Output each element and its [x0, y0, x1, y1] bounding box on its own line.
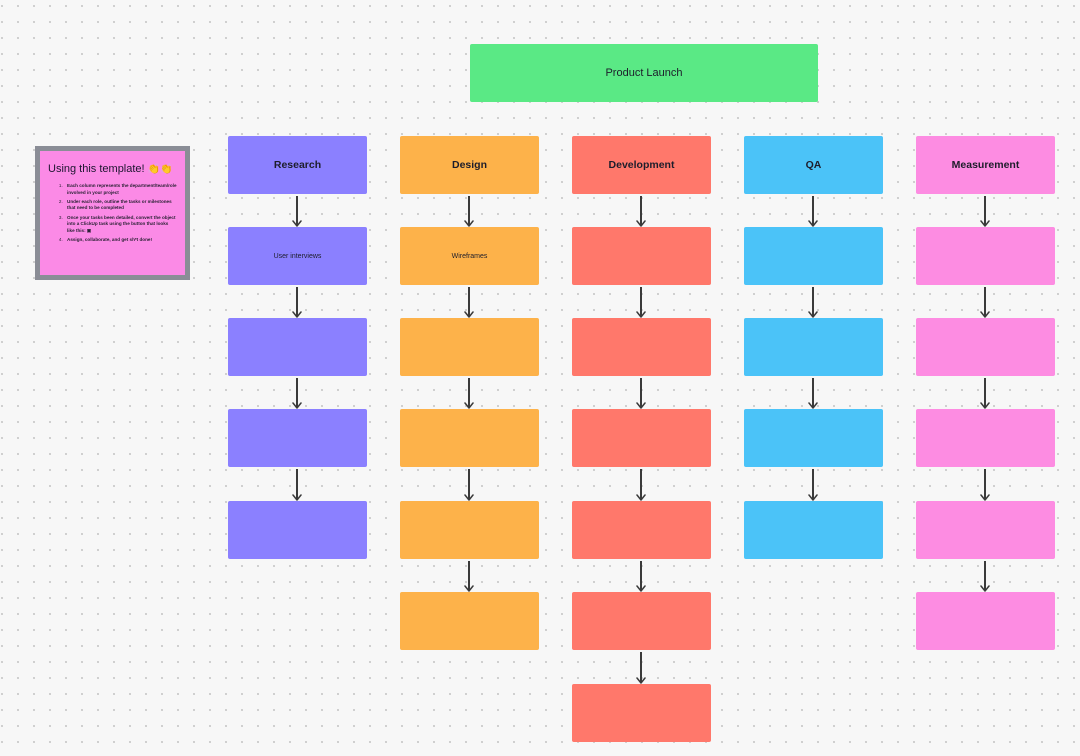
- task-node[interactable]: [916, 501, 1055, 559]
- task-node[interactable]: [744, 227, 883, 285]
- arrowhead-icon: [808, 402, 818, 409]
- column-header-label: Development: [608, 159, 675, 171]
- task-node[interactable]: [400, 501, 539, 559]
- column-header-label: Research: [273, 159, 322, 171]
- task-node[interactable]: [228, 501, 367, 559]
- task-node[interactable]: [572, 409, 711, 467]
- product-launch-label: Product Launch: [605, 67, 683, 79]
- arrowhead-icon: [808, 220, 818, 227]
- arrowhead-icon: [464, 220, 474, 227]
- arrowhead-icon: [464, 585, 474, 592]
- column-header-label: Design: [451, 159, 487, 171]
- sticky-note-title: Using this template! 👏👏: [48, 163, 177, 175]
- arrowhead-icon: [808, 494, 818, 501]
- task-label: Wireframes: [451, 252, 488, 260]
- task-node[interactable]: [744, 501, 883, 559]
- arrowhead-icon: [636, 585, 646, 592]
- task-node[interactable]: [916, 227, 1055, 285]
- arrowhead-icon: [292, 402, 302, 409]
- task-node[interactable]: [744, 409, 883, 467]
- task-node[interactable]: [400, 592, 539, 650]
- instruction-item: Under each role, outline the tasks or mi…: [64, 199, 177, 212]
- column-header-label: Measurement: [951, 159, 1020, 171]
- product-launch-node[interactable]: Product Launch: [470, 44, 818, 102]
- task-node[interactable]: [572, 227, 711, 285]
- arrowhead-icon: [636, 220, 646, 227]
- arrowhead-icon: [292, 311, 302, 318]
- task-node[interactable]: [916, 318, 1055, 376]
- arrowhead-icon: [980, 311, 990, 318]
- instructions-sticky-note[interactable]: Using this template! 👏👏 Each column repr…: [35, 146, 190, 280]
- arrowhead-icon: [464, 494, 474, 501]
- arrowhead-icon: [292, 220, 302, 227]
- arrowhead-icon: [808, 311, 818, 318]
- arrowhead-icon: [292, 494, 302, 501]
- task-node[interactable]: [916, 592, 1055, 650]
- task-node[interactable]: [572, 592, 711, 650]
- task-node[interactable]: [572, 501, 711, 559]
- column-header-node[interactable]: Research: [228, 136, 367, 194]
- task-node[interactable]: [916, 409, 1055, 467]
- arrowhead-icon: [980, 585, 990, 592]
- column-header-label: QA: [805, 159, 822, 171]
- task-node[interactable]: Wireframes: [400, 227, 539, 285]
- instruction-item: Assign, collaborate, and get sh*t done!: [64, 237, 177, 244]
- arrowhead-icon: [636, 311, 646, 318]
- arrowhead-icon: [980, 494, 990, 501]
- sticky-note-body: Using this template! 👏👏 Each column repr…: [40, 151, 185, 275]
- instruction-item: Once your tasks been detailed, convert t…: [64, 215, 177, 235]
- instructions-list: Each column represents the department/te…: [48, 183, 177, 244]
- arrowhead-icon: [636, 402, 646, 409]
- task-node[interactable]: [572, 684, 711, 742]
- task-node[interactable]: [572, 318, 711, 376]
- arrowhead-icon: [980, 402, 990, 409]
- arrowhead-icon: [464, 402, 474, 409]
- column-header-node[interactable]: Development: [572, 136, 711, 194]
- task-node[interactable]: [400, 409, 539, 467]
- task-label: User interviews: [273, 252, 322, 260]
- clapping-hands-icon: 👏👏: [147, 163, 173, 175]
- task-node[interactable]: [744, 318, 883, 376]
- arrowhead-icon: [636, 494, 646, 501]
- instruction-item: Each column represents the department/te…: [64, 183, 177, 196]
- sticky-note-title-text: Using this template!: [48, 163, 145, 175]
- arrowhead-icon: [464, 311, 474, 318]
- task-node[interactable]: [228, 409, 367, 467]
- arrowhead-icon: [980, 220, 990, 227]
- task-node[interactable]: User interviews: [228, 227, 367, 285]
- column-header-node[interactable]: Design: [400, 136, 539, 194]
- arrowhead-icon: [636, 677, 646, 684]
- column-header-node[interactable]: Measurement: [916, 136, 1055, 194]
- column-header-node[interactable]: QA: [744, 136, 883, 194]
- task-node[interactable]: [228, 318, 367, 376]
- task-node[interactable]: [400, 318, 539, 376]
